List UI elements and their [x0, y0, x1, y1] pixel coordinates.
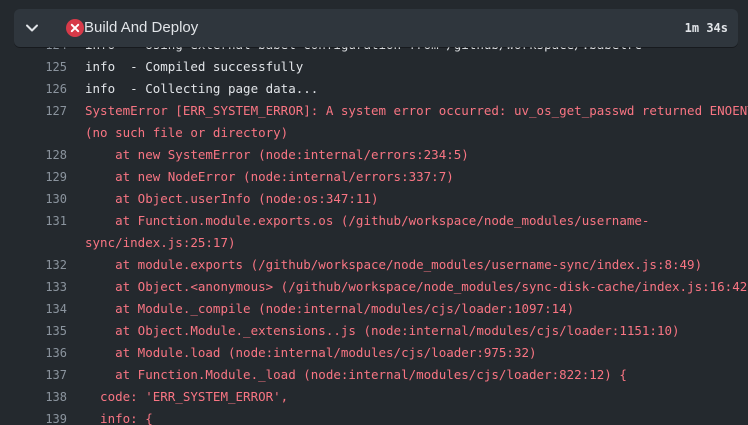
log-line: 133 at Object.<anonymous> (/github/works… — [0, 276, 748, 298]
log-line: 125 info - Compiled successfully — [0, 56, 748, 78]
log-line: 138 code: 'ERR_SYSTEM_ERROR', — [0, 386, 748, 408]
log-line-text: at Object.<anonymous> (/github/workspace… — [85, 279, 748, 294]
step-header[interactable]: Build And Deploy 1m 34s — [14, 9, 738, 47]
line-number[interactable]: 131 — [0, 210, 67, 232]
log-line-text: at Function.module.exports.os (/github/w… — [85, 213, 650, 228]
log-line: 136 at Module.load (node:internal/module… — [0, 342, 748, 364]
log-line-text: info - Compiled successfully — [85, 59, 304, 74]
log-line: 130 at Object.userInfo (node:os:347:11) — [0, 188, 748, 210]
log-line-text: code: 'ERR_SYSTEM_ERROR', — [85, 389, 289, 404]
failed-status-icon — [66, 19, 84, 37]
log-line-text: sync/index.js:25:17) — [85, 235, 236, 250]
line-number[interactable]: 137 — [0, 364, 67, 386]
log-line: (no such file or directory) — [0, 122, 748, 144]
step-duration: 1m 34s — [684, 21, 728, 35]
log-line: 134 at Module._compile (node:internal/mo… — [0, 298, 748, 320]
log-line: 139 info: { — [0, 408, 748, 425]
log-line: 126 info - Collecting page data... — [0, 78, 748, 100]
log-line-text: at Module.load (node:internal/modules/cj… — [85, 345, 537, 360]
line-number[interactable]: 134 — [0, 298, 67, 320]
line-number[interactable]: 129 — [0, 166, 67, 188]
step-title: Build And Deploy — [84, 19, 199, 36]
line-number[interactable]: 133 — [0, 276, 67, 298]
log-line: 135 at Object.Module._extensions..js (no… — [0, 320, 748, 342]
log-line: 128 at new SystemError (node:internal/er… — [0, 144, 748, 166]
line-number[interactable]: 126 — [0, 78, 67, 100]
log-line: 137 at Function.Module._load (node:inter… — [0, 364, 748, 386]
chevron-down-icon[interactable] — [24, 20, 40, 36]
log-output: 124info - Using external babel configura… — [0, 0, 748, 425]
line-number[interactable] — [0, 122, 67, 144]
log-line-text: at Function.Module._load (node:internal/… — [85, 367, 627, 382]
line-number[interactable]: 136 — [0, 342, 67, 364]
line-number[interactable]: 138 — [0, 386, 67, 408]
line-number[interactable]: 135 — [0, 320, 67, 342]
line-number[interactable]: 132 — [0, 254, 67, 276]
log-line: 127 SystemError [ERR_SYSTEM_ERROR]: A sys… — [0, 100, 748, 122]
line-number[interactable]: 130 — [0, 188, 67, 210]
log-line-text: at new SystemError (node:internal/errors… — [85, 147, 469, 162]
log-line: 129 at new NodeError (node:internal/erro… — [0, 166, 748, 188]
log-line-text: at Object.userInfo (node:os:347:11) — [85, 191, 379, 206]
log-line: sync/index.js:25:17) — [0, 232, 748, 254]
line-number[interactable]: 127 — [0, 100, 67, 122]
log-line-text: (no such file or directory) — [85, 125, 289, 140]
log-line-text: SystemError [ERR_SYSTEM_ERROR]: A system… — [85, 103, 748, 118]
line-number[interactable]: 139 — [0, 408, 67, 425]
line-number[interactable]: 125 — [0, 56, 67, 78]
line-number[interactable]: 128 — [0, 144, 67, 166]
log-line-text: at new NodeError (node:internal/errors:3… — [85, 169, 454, 184]
log-line: 131 at Function.module.exports.os (/gith… — [0, 210, 748, 232]
log-line-text: at Object.Module._extensions..js (node:i… — [85, 323, 680, 338]
line-number[interactable] — [0, 232, 67, 254]
log-line-text: info - Collecting page data... — [85, 81, 319, 96]
log-line-text: info: { — [85, 411, 153, 425]
log-line: 132 at module.exports (/github/workspace… — [0, 254, 748, 276]
log-line-text: at module.exports (/github/workspace/nod… — [85, 257, 703, 272]
log-line-text: at Module._compile (node:internal/module… — [85, 301, 575, 316]
